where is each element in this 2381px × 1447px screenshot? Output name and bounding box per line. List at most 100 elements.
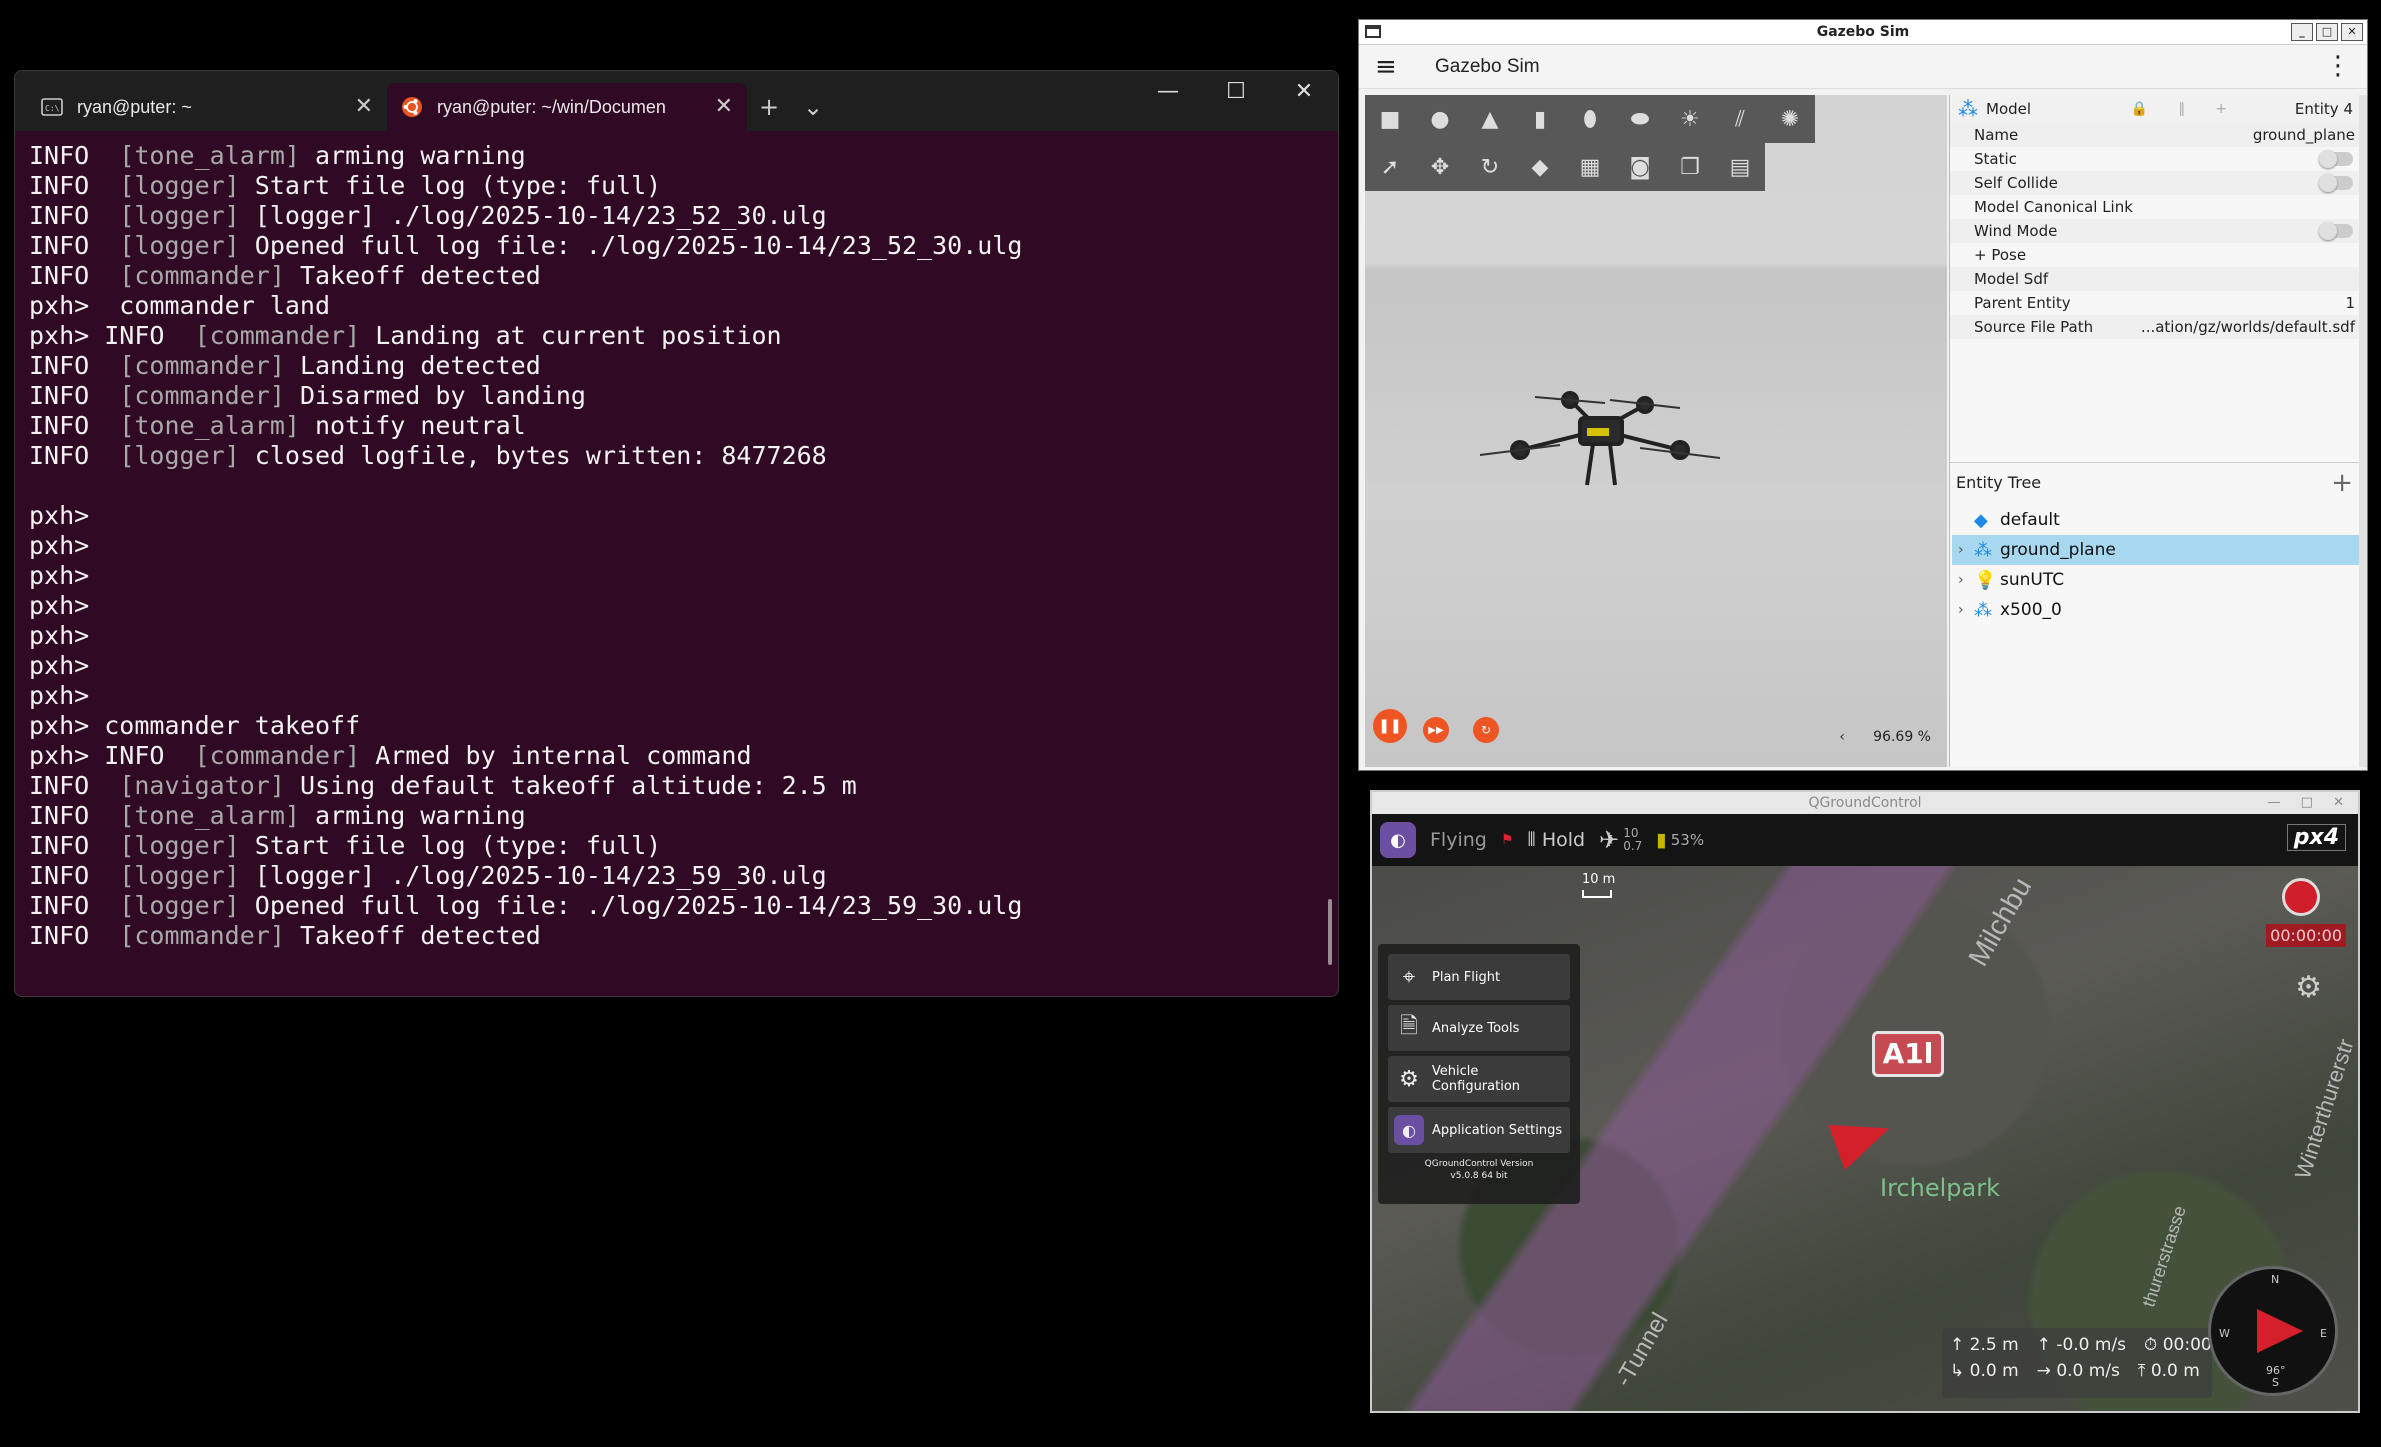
window-controls: _ □ ✕ xyxy=(2291,23,2363,41)
terminal-text: arming warning xyxy=(299,801,526,830)
maximize-icon[interactable]: ☐ xyxy=(1202,71,1270,111)
component-title: Model xyxy=(1986,100,2032,118)
terminal-text: [logger] ./log/2025-10-14/23_59_30.ulg xyxy=(239,861,827,890)
panel-scrollbar[interactable] xyxy=(2359,95,2367,767)
gps-indicator[interactable]: ✈ 10 0.7 xyxy=(1599,826,1642,854)
property-row[interactable]: Name ground_plane xyxy=(1950,123,2367,147)
snap-icon[interactable]: ◆ xyxy=(1515,143,1565,191)
sun-icon[interactable]: ☀ xyxy=(1665,95,1715,143)
translate-icon[interactable]: ✥ xyxy=(1415,143,1465,191)
battery-icon[interactable]: ▮ xyxy=(1656,829,1666,851)
toggle-switch[interactable] xyxy=(2319,222,2353,240)
gear-icon[interactable]: ⚙ xyxy=(2295,970,2322,1005)
terminal-text: [commander] xyxy=(119,351,285,380)
tab-documents[interactable]: ryan@puter: ~/win/Documen ✕ xyxy=(387,83,747,131)
copy-icon[interactable]: ❐ xyxy=(1665,143,1715,191)
property-row[interactable]: Source File Path ...ation/gz/worlds/defau… xyxy=(1950,315,2367,339)
spot-light-icon[interactable]: ✺ xyxy=(1765,95,1815,143)
hold-indicator[interactable]: ⦀ Hold xyxy=(1527,829,1585,851)
terminal-text: INFO xyxy=(29,171,120,200)
menu-item-vehicle-configuration[interactable]: ⚙ Vehicle Configuration xyxy=(1388,1056,1570,1102)
minimize-icon[interactable]: — xyxy=(1134,71,1202,111)
toggle-switch[interactable] xyxy=(2319,150,2353,168)
window-controls[interactable]: — □ ✕ xyxy=(2268,792,2352,814)
telemetry-row: ↳ 0.0 m → 0.0 m/s ⤒ 0.0 m xyxy=(1950,1358,2204,1384)
tree-item-ground-plane[interactable]: › ⁂ ground_plane xyxy=(1952,535,2363,565)
tab-home[interactable]: C:\ ryan@puter: ~ ✕ xyxy=(27,83,387,131)
model-icon: ⁂ xyxy=(1974,539,1992,561)
terminal-scrollbar[interactable] xyxy=(1328,899,1332,965)
more-options-icon[interactable]: ⋮ xyxy=(2325,51,2351,81)
close-window-icon[interactable]: ✕ xyxy=(2341,23,2363,41)
terminal-line: INFO [logger] closed logfile, bytes writ… xyxy=(29,441,1324,471)
directional-light-icon[interactable]: ⫽ xyxy=(1715,95,1765,143)
road-sign: A1l xyxy=(1872,1031,1944,1077)
menu-item-application-settings[interactable]: ◐ Application Settings xyxy=(1388,1107,1570,1153)
terminal-text: arming warning xyxy=(299,141,526,170)
maximize-icon[interactable]: □ xyxy=(2316,23,2338,41)
expand-arrow-icon[interactable]: › xyxy=(1958,542,1974,558)
property-name: Static xyxy=(1974,150,2017,168)
property-row[interactable]: Model Sdf xyxy=(1950,267,2367,291)
flight-map[interactable]: 10 m Milchbu Winterthurerstr -Tunnel thu… xyxy=(1372,866,2358,1411)
menu-item-analyze-tools[interactable]: 🗎 Analyze Tools xyxy=(1388,1005,1570,1051)
qgc-toolbar: ◐ Flying ⚑ ⦀ Hold ✈ 10 0.7 ▮ 53% px4 xyxy=(1372,814,2358,866)
svg-text:C:\: C:\ xyxy=(45,104,60,113)
grid-icon[interactable]: ▦ xyxy=(1565,143,1615,191)
box-icon[interactable]: ■ xyxy=(1365,95,1415,143)
gazebo-titlebar: Gazebo Sim _ □ ✕ xyxy=(1359,20,2367,45)
new-tab-button[interactable]: + xyxy=(747,83,791,131)
select-icon[interactable]: ➚ xyxy=(1365,143,1415,191)
satellite-icon: ✈ xyxy=(1599,826,1620,854)
screenshot-icon[interactable]: ◙ xyxy=(1615,143,1665,191)
window-icon xyxy=(1365,25,1381,38)
toggle-switch[interactable] xyxy=(2319,174,2353,192)
rotate-icon[interactable]: ↻ xyxy=(1465,143,1515,191)
property-row[interactable]: Wind Mode xyxy=(1950,219,2367,243)
tab-dropdown-button[interactable]: ⌄ xyxy=(791,83,835,131)
minimize-icon[interactable]: _ xyxy=(2291,23,2313,41)
add-entity-icon[interactable]: + xyxy=(2331,468,2353,498)
capsule-icon[interactable]: ⬮ xyxy=(1565,95,1615,143)
street-label: -Tunnel xyxy=(1609,1308,1674,1392)
flight-mode[interactable]: Flying xyxy=(1430,829,1487,851)
gazebo-appbar: ≡ Gazebo Sim ⋮ xyxy=(1359,45,2367,89)
pause-button[interactable]: ❚❚ xyxy=(1373,709,1407,743)
tree-item-x500-0[interactable]: › ⁂ x500_0 xyxy=(1952,595,2363,625)
collapse-arrow-icon[interactable]: ‹ xyxy=(1839,729,1845,745)
tree-item-sunutc[interactable]: › 💡 sunUTC xyxy=(1952,565,2363,595)
property-row[interactable]: + Pose xyxy=(1950,243,2367,267)
expand-arrow-icon[interactable]: › xyxy=(1958,572,1974,588)
sphere-icon[interactable]: ● xyxy=(1415,95,1465,143)
vehicle-marker-icon[interactable] xyxy=(1828,1105,1898,1171)
paste-icon[interactable]: ▤ xyxy=(1715,143,1765,191)
expand-arrow-icon[interactable]: › xyxy=(1958,602,1974,618)
3d-scene-viewport[interactable]: ■ ● ▲ ▮ ⬮ ⬬ ☀ ⫽ ✺ ➚ ✥ ↻ ◆ ▦ ◙ ❐ ▤ ❚❚ ▶▶ … xyxy=(1365,95,1947,767)
terminal-text: INFO xyxy=(29,351,120,380)
tree-item-label: default xyxy=(2000,510,2060,530)
terminal-text: INFO xyxy=(29,831,120,860)
qgc-logo-icon[interactable]: ◐ xyxy=(1380,822,1416,858)
property-row[interactable]: Self Collide xyxy=(1950,171,2367,195)
hamburger-menu-icon[interactable]: ≡ xyxy=(1375,52,1415,82)
cone-icon[interactable]: ▲ xyxy=(1465,95,1515,143)
qgc-titlebar: QGroundControl — □ ✕ xyxy=(1372,792,2358,814)
step-button[interactable]: ▶▶ xyxy=(1423,717,1449,743)
component-header: ⁂ Model 🔒∥+ Entity 4 xyxy=(1950,95,2367,123)
reset-button[interactable]: ↻ xyxy=(1473,717,1499,743)
ellipsoid-icon[interactable]: ⬬ xyxy=(1615,95,1665,143)
menu-item-plan-flight[interactable]: ⌖ Plan Flight xyxy=(1388,954,1570,1000)
property-row[interactable]: Static xyxy=(1950,147,2367,171)
property-row[interactable]: Model Canonical Link xyxy=(1950,195,2367,219)
drone-model[interactable] xyxy=(1475,370,1725,510)
terminal-line: INFO [logger] Opened full log file: ./lo… xyxy=(29,231,1324,261)
close-window-icon[interactable]: ✕ xyxy=(1270,71,1338,111)
tree-item-default[interactable]: ◆ default xyxy=(1952,505,2363,535)
record-button[interactable] xyxy=(2282,878,2320,916)
terminal-output[interactable]: INFO [tone_alarm] arming warning INFO [lo… xyxy=(15,131,1338,961)
close-tab-icon[interactable]: ✕ xyxy=(715,96,733,118)
cylinder-icon[interactable]: ▮ xyxy=(1515,95,1565,143)
property-row[interactable]: Parent Entity 1 xyxy=(1950,291,2367,315)
lock-pause-icons[interactable]: 🔒∥+ xyxy=(2131,101,2257,117)
close-tab-icon[interactable]: ✕ xyxy=(355,96,373,118)
